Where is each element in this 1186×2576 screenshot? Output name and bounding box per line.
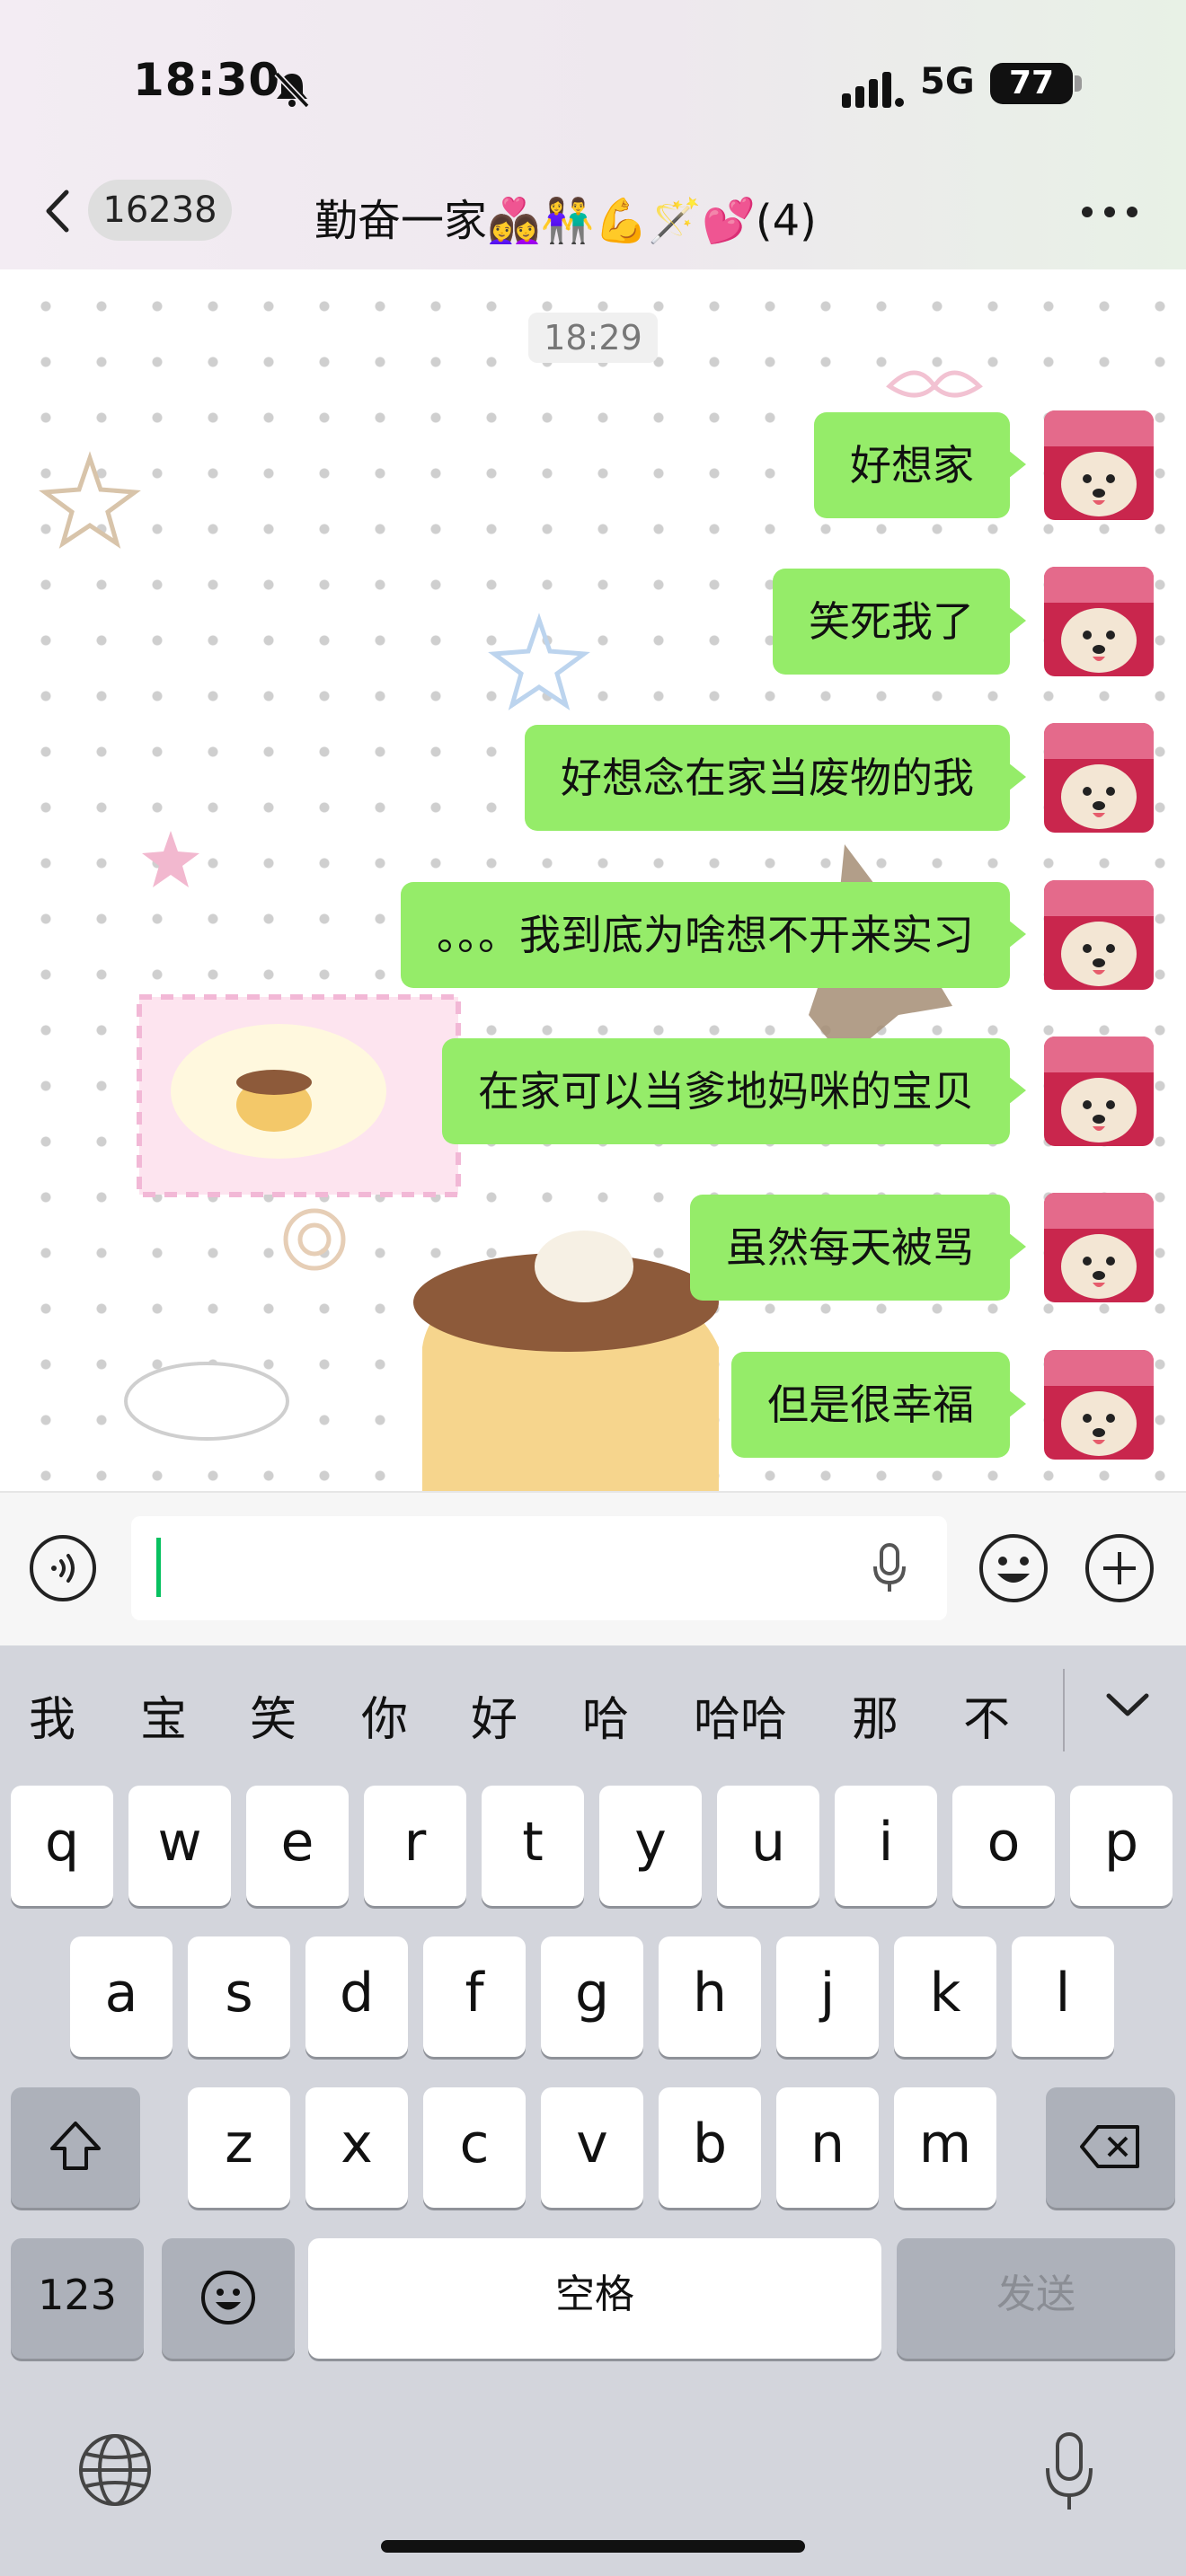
key-a[interactable]: a xyxy=(70,1936,173,2057)
globe-icon[interactable] xyxy=(77,2432,153,2508)
avatar[interactable] xyxy=(1044,723,1154,833)
message-bubble[interactable]: 好想家 xyxy=(814,412,1026,518)
space-key[interactable]: 空格 xyxy=(308,2238,881,2359)
message-bubble[interactable]: 但是很幸福 xyxy=(731,1352,1026,1458)
avatar[interactable] xyxy=(1044,880,1154,990)
shift-key[interactable] xyxy=(11,2087,140,2208)
key-s[interactable]: s xyxy=(188,1936,290,2057)
key-k[interactable]: k xyxy=(894,1936,996,2057)
battery-tip xyxy=(1075,75,1082,92)
key-v[interactable]: v xyxy=(541,2087,643,2208)
chevron-down-icon[interactable] xyxy=(1103,1689,1152,1721)
key-p[interactable]: p xyxy=(1070,1786,1173,1906)
candidate-word[interactable]: 我 xyxy=(29,1681,75,1749)
key-t[interactable]: t xyxy=(482,1786,584,1906)
key-h[interactable]: h xyxy=(659,1936,761,2057)
chat-title[interactable]: 勤奋一家👩‍❤️‍👩👫💪🪄💕(4) xyxy=(314,185,817,248)
key-n[interactable]: n xyxy=(776,2087,879,2208)
unread-count-badge[interactable]: 16238 xyxy=(88,180,232,241)
key-y[interactable]: y xyxy=(599,1786,702,1906)
candidate-word[interactable]: 笑 xyxy=(250,1681,296,1749)
numbers-key[interactable]: 123 xyxy=(11,2238,144,2359)
avatar[interactable] xyxy=(1044,1037,1154,1146)
key-q[interactable]: q xyxy=(11,1786,113,1906)
message-timestamp: 18:29 xyxy=(528,313,658,363)
home-indicator xyxy=(381,2540,805,2553)
key-c[interactable]: c xyxy=(423,2087,526,2208)
candidate-word[interactable]: 哈 xyxy=(582,1681,629,1749)
voice-icon[interactable] xyxy=(29,1534,97,1602)
chevron-left-icon[interactable] xyxy=(36,180,79,243)
network-type: 5G xyxy=(920,61,975,102)
member-count: (4) xyxy=(755,196,817,246)
key-u[interactable]: u xyxy=(717,1786,819,1906)
more-icon[interactable] xyxy=(1078,203,1141,221)
backspace-key[interactable] xyxy=(1046,2087,1175,2208)
plus-icon[interactable] xyxy=(1084,1532,1155,1604)
chat-title-text: 勤奋一家👩‍❤️‍👩👫💪🪄💕 xyxy=(314,196,756,246)
shift-icon xyxy=(50,2122,101,2170)
key-g[interactable]: g xyxy=(541,1936,643,2057)
key-j[interactable]: j xyxy=(776,1936,879,2057)
message-bubble[interactable]: 。。。我到底为啥想不开来实习 xyxy=(401,882,1026,988)
message-bubble[interactable]: 在家可以当爹地妈咪的宝贝 xyxy=(442,1038,1026,1144)
key-b[interactable]: b xyxy=(659,2087,761,2208)
avatar[interactable] xyxy=(1044,567,1154,676)
message-bubble[interactable]: 好想念在家当废物的我 xyxy=(525,725,1026,831)
avatar[interactable] xyxy=(1044,1193,1154,1302)
key-i[interactable]: i xyxy=(835,1786,937,1906)
key-f[interactable]: f xyxy=(423,1936,526,2057)
candidate-word[interactable]: 那 xyxy=(852,1681,898,1749)
candidate-word[interactable]: 你 xyxy=(361,1681,408,1749)
avatar[interactable] xyxy=(1044,1350,1154,1460)
message-bubble[interactable]: 虽然每天被骂 xyxy=(690,1195,1026,1301)
send-key[interactable]: 发送 xyxy=(897,2238,1175,2359)
emoji-icon xyxy=(201,2271,255,2325)
candidate-divider xyxy=(1063,1669,1065,1751)
candidate-word[interactable]: 哈哈 xyxy=(694,1681,787,1749)
key-l[interactable]: l xyxy=(1012,1936,1114,2057)
message-bubble[interactable]: 笑死我了 xyxy=(773,569,1026,675)
key-d[interactable]: d xyxy=(305,1936,408,2057)
key-x[interactable]: x xyxy=(305,2087,408,2208)
candidate-word[interactable]: 好 xyxy=(471,1681,518,1749)
mic-icon[interactable] xyxy=(868,1541,911,1595)
battery-level: 77 xyxy=(990,63,1073,104)
avatar[interactable] xyxy=(1044,410,1154,520)
signal-icon xyxy=(842,72,904,108)
candidate-word[interactable]: 宝 xyxy=(140,1681,187,1749)
message-input[interactable] xyxy=(131,1516,947,1620)
key-e[interactable]: e xyxy=(246,1786,349,1906)
status-time: 18:30 xyxy=(133,54,281,106)
mic-icon[interactable] xyxy=(1042,2430,1096,2515)
key-w[interactable]: w xyxy=(128,1786,231,1906)
candidate-word[interactable]: 不 xyxy=(963,1681,1010,1749)
text-cursor xyxy=(156,1538,161,1597)
key-o[interactable]: o xyxy=(952,1786,1055,1906)
emoji-key[interactable] xyxy=(162,2238,295,2359)
bell-slash-icon xyxy=(274,71,310,109)
key-r[interactable]: r xyxy=(364,1786,466,1906)
key-z[interactable]: z xyxy=(188,2087,290,2208)
backspace-icon xyxy=(1080,2125,1139,2168)
emoji-icon[interactable] xyxy=(978,1532,1049,1604)
key-m[interactable]: m xyxy=(894,2087,996,2208)
